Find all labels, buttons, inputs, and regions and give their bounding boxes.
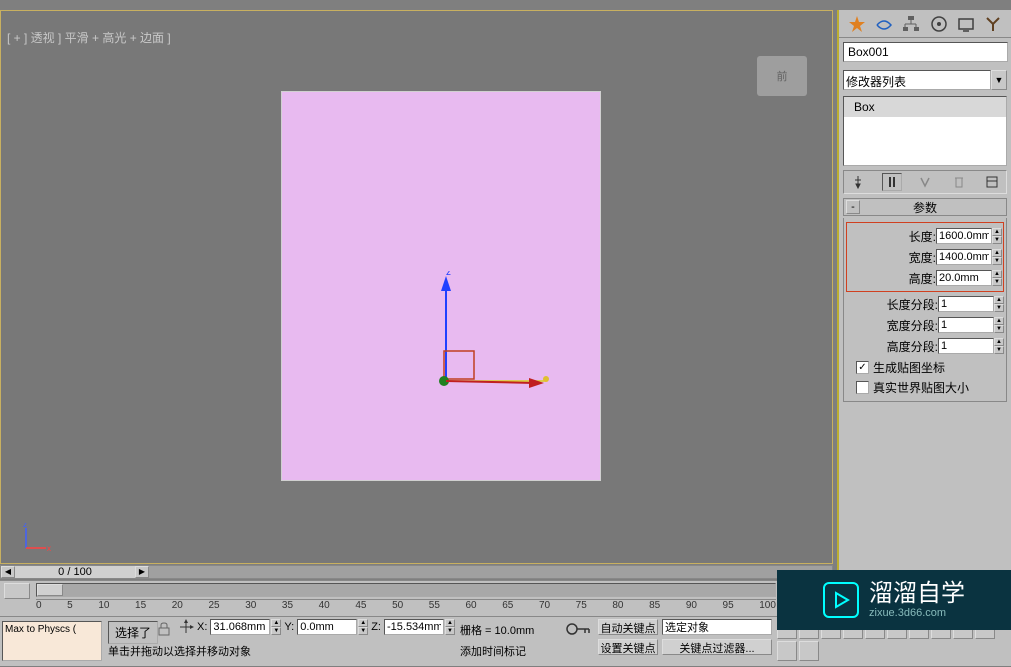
stack-item-box[interactable]: Box [844, 97, 1006, 117]
key-icon[interactable] [565, 619, 591, 639]
time-ruler: 0510 152025 303540 455055 606570 758085 … [36, 599, 776, 615]
height-label: 高度: [876, 270, 936, 287]
coordinate-display: X: ▲▼ Y: ▲▼ Z: ▲▼ [178, 619, 455, 635]
selection-status: 选择了 [108, 621, 158, 644]
axis-tripod-icon: z x [21, 523, 51, 553]
viewcube[interactable]: 前 [757, 56, 807, 96]
maximize-viewport-icon[interactable] [799, 641, 819, 661]
stack-toolbar [843, 170, 1007, 194]
viewport-scrollbar[interactable]: ◀ 0 / 100 ▶ [0, 565, 833, 579]
height-spinner[interactable]: ▲▼ [992, 270, 1002, 286]
script-listener[interactable]: Max to Physcs ( [2, 621, 102, 661]
real-scale-checkbox[interactable] [856, 381, 869, 394]
object-name-input[interactable] [843, 42, 1008, 62]
watermark-sub: zixue.3d66.com [869, 607, 965, 619]
svg-text:z: z [23, 523, 27, 529]
orbit-icon[interactable] [777, 641, 797, 661]
modifier-list-dropdown[interactable]: 修改器列表 [843, 70, 991, 90]
scroll-right-icon[interactable]: ▶ [135, 566, 149, 578]
width-label: 宽度: [876, 249, 936, 266]
watermark: 溜溜自学 zixue.3d66.com [777, 570, 1011, 630]
x-coord-input[interactable] [210, 619, 270, 635]
key-target-dropdown[interactable] [662, 619, 772, 635]
pin-stack-icon[interactable] [848, 173, 868, 191]
set-key-button[interactable]: 设置关键点 [598, 639, 658, 655]
y-label: Y: [282, 621, 296, 633]
z-coord-input[interactable] [384, 619, 444, 635]
lsegs-label: 长度分段: [878, 296, 938, 313]
command-panel: 修改器列表 ▼ Box - 参数 长度: ▲▼ 宽度: ▲▼ [837, 10, 1011, 634]
watermark-play-icon [823, 582, 859, 618]
modify-tab-icon[interactable] [875, 15, 893, 33]
z-spinner[interactable]: ▲▼ [445, 619, 455, 635]
create-tab-icon[interactable] [848, 15, 866, 33]
key-filter-button[interactable]: 关键点过滤器... [662, 639, 772, 655]
scroll-left-icon[interactable]: ◀ [1, 566, 15, 578]
x-spinner[interactable]: ▲▼ [271, 619, 281, 635]
viewcube-face[interactable]: 前 [757, 56, 807, 84]
add-time-tag-button[interactable]: 添加时间标记 [460, 643, 526, 659]
timeline-config-icon[interactable] [4, 583, 30, 599]
grid-size-label: 栅格 = 10.0mm [460, 622, 534, 638]
auto-key-button[interactable]: 自动关键点 [598, 619, 658, 635]
modifier-stack[interactable]: Box [843, 96, 1007, 166]
y-coord-input[interactable] [297, 619, 357, 635]
wsegs-label: 宽度分段: [878, 317, 938, 334]
dropdown-arrow-icon[interactable]: ▼ [991, 70, 1007, 90]
lsegs-spinner[interactable]: ▲▼ [994, 296, 1004, 312]
gen-uv-label: 生成贴图坐标 [873, 359, 945, 376]
rollup-title: 参数 [844, 199, 1006, 216]
gen-uv-checkbox[interactable]: ✓ [856, 361, 869, 374]
wsegs-spinner[interactable]: ▲▼ [994, 317, 1004, 333]
height-input[interactable] [936, 270, 992, 286]
display-tab-icon[interactable] [957, 15, 975, 33]
hsegs-input[interactable] [938, 338, 994, 354]
wsegs-input[interactable] [938, 317, 994, 333]
rollup-toggle-icon[interactable]: - [846, 200, 860, 214]
configure-sets-icon[interactable] [982, 173, 1002, 191]
width-input[interactable] [936, 249, 992, 265]
length-input[interactable] [936, 228, 992, 244]
params-rollup-header[interactable]: - 参数 [843, 198, 1007, 216]
svg-text:x: x [47, 544, 51, 553]
lock-icon[interactable] [156, 621, 172, 637]
z-label: Z: [369, 621, 383, 633]
viewport-label: [ + ] 透视 ] 平滑 + 高光 + 边面 ] [7, 29, 171, 46]
lsegs-input[interactable] [938, 296, 994, 312]
make-unique-icon[interactable] [915, 173, 935, 191]
x-label: X: [195, 621, 209, 633]
panel-tabs [839, 10, 1011, 38]
frame-counter: 0 / 100 [15, 566, 135, 578]
hsegs-spinner[interactable]: ▲▼ [994, 338, 1004, 354]
params-rollup: 长度: ▲▼ 宽度: ▲▼ 高度: ▲▼ 长度分段: ▲▼ 宽度分段: ▲▼ [843, 218, 1007, 402]
length-spinner[interactable]: ▲▼ [992, 228, 1002, 244]
transform-type-icon[interactable] [178, 619, 194, 635]
time-slider-handle[interactable] [37, 584, 63, 596]
viewport[interactable]: [ + ] 透视 ] 平滑 + 高光 + 边面 ] 前 z z x [0, 10, 833, 564]
watermark-title: 溜溜自学 [869, 581, 965, 607]
motion-tab-icon[interactable] [930, 15, 948, 33]
real-scale-label: 真实世界贴图大小 [873, 379, 969, 396]
remove-modifier-icon[interactable] [949, 173, 969, 191]
utilities-tab-icon[interactable] [984, 15, 1002, 33]
show-end-result-icon[interactable] [882, 173, 902, 191]
time-slider[interactable] [36, 583, 776, 597]
y-spinner[interactable]: ▲▼ [358, 619, 368, 635]
hierarchy-tab-icon[interactable] [902, 15, 920, 33]
width-spinner[interactable]: ▲▼ [992, 249, 1002, 265]
hsegs-label: 高度分段: [878, 338, 938, 355]
length-label: 长度: [876, 228, 936, 245]
prompt-hint: 单击并拖动以选择并移动对象 [108, 643, 251, 659]
box-geometry[interactable] [281, 91, 601, 481]
